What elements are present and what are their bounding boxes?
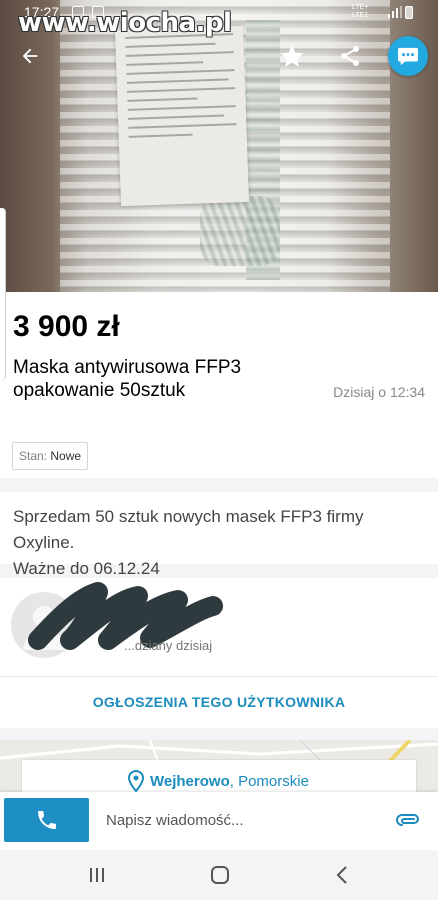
network-indicator: LTE+ LTE1 [352,4,369,19]
product-label [114,25,250,207]
posted-date: Dzisiaj o 12:34 [333,384,425,400]
last-seen: ...dziany dzisiaj [124,638,213,653]
nav-back-button[interactable] [322,860,362,890]
chat-button[interactable] [388,36,428,76]
listing-photo[interactable] [0,0,438,292]
condition-badge: Stan: Nowe [12,442,89,470]
home-icon [211,866,229,884]
listing-page: 17:27 LTE+ LTE1 www.wiocha.pl 3 900 zł M… [0,0,438,900]
home-button[interactable] [200,860,240,890]
phone-icon [37,811,56,829]
back-chevron-icon [336,866,347,884]
arrow-left-icon [22,48,38,64]
star-icon [280,45,304,67]
recent-apps-icon [90,868,104,882]
map-pin-icon [128,770,144,792]
message-input[interactable] [106,804,376,836]
share-button[interactable] [330,36,370,76]
seller-card: ...dziany dzisiaj OGŁOSZENIA TEGO UŻYTKO… [0,578,438,728]
system-nav-bar [0,850,438,900]
price: 3 900 zł [13,310,120,343]
recent-apps-button[interactable] [77,860,117,890]
message-bar [0,792,438,850]
location-map[interactable]: Wejherowo, Pomorskie [0,740,438,792]
favorite-button[interactable] [272,36,312,76]
signal-icon [388,6,402,18]
call-button[interactable] [4,798,89,842]
listing-description: Sprzedam 50 sztuk nowych masek FFP3 firm… [0,492,438,578]
side-panel-handle[interactable] [0,208,6,380]
attach-button[interactable] [394,806,422,834]
location-label[interactable]: Wejherowo, Pomorskie [128,770,309,792]
watermark: www.wiocha.pl [18,8,232,38]
battery-icon [405,6,413,19]
seller-ads-link[interactable]: OGŁOSZENIA TEGO UŻYTKOWNIKA [0,677,438,728]
back-button[interactable] [10,36,50,76]
paperclip-icon [396,814,419,826]
share-icon [341,46,359,66]
chat-bubble-icon [398,47,418,66]
listing-title: Maska antywirusowa FFP3 opakowanie 50sztu… [13,357,242,401]
listing-summary: 3 900 zł Maska antywirusowa FFP3 opakowan… [0,292,438,478]
